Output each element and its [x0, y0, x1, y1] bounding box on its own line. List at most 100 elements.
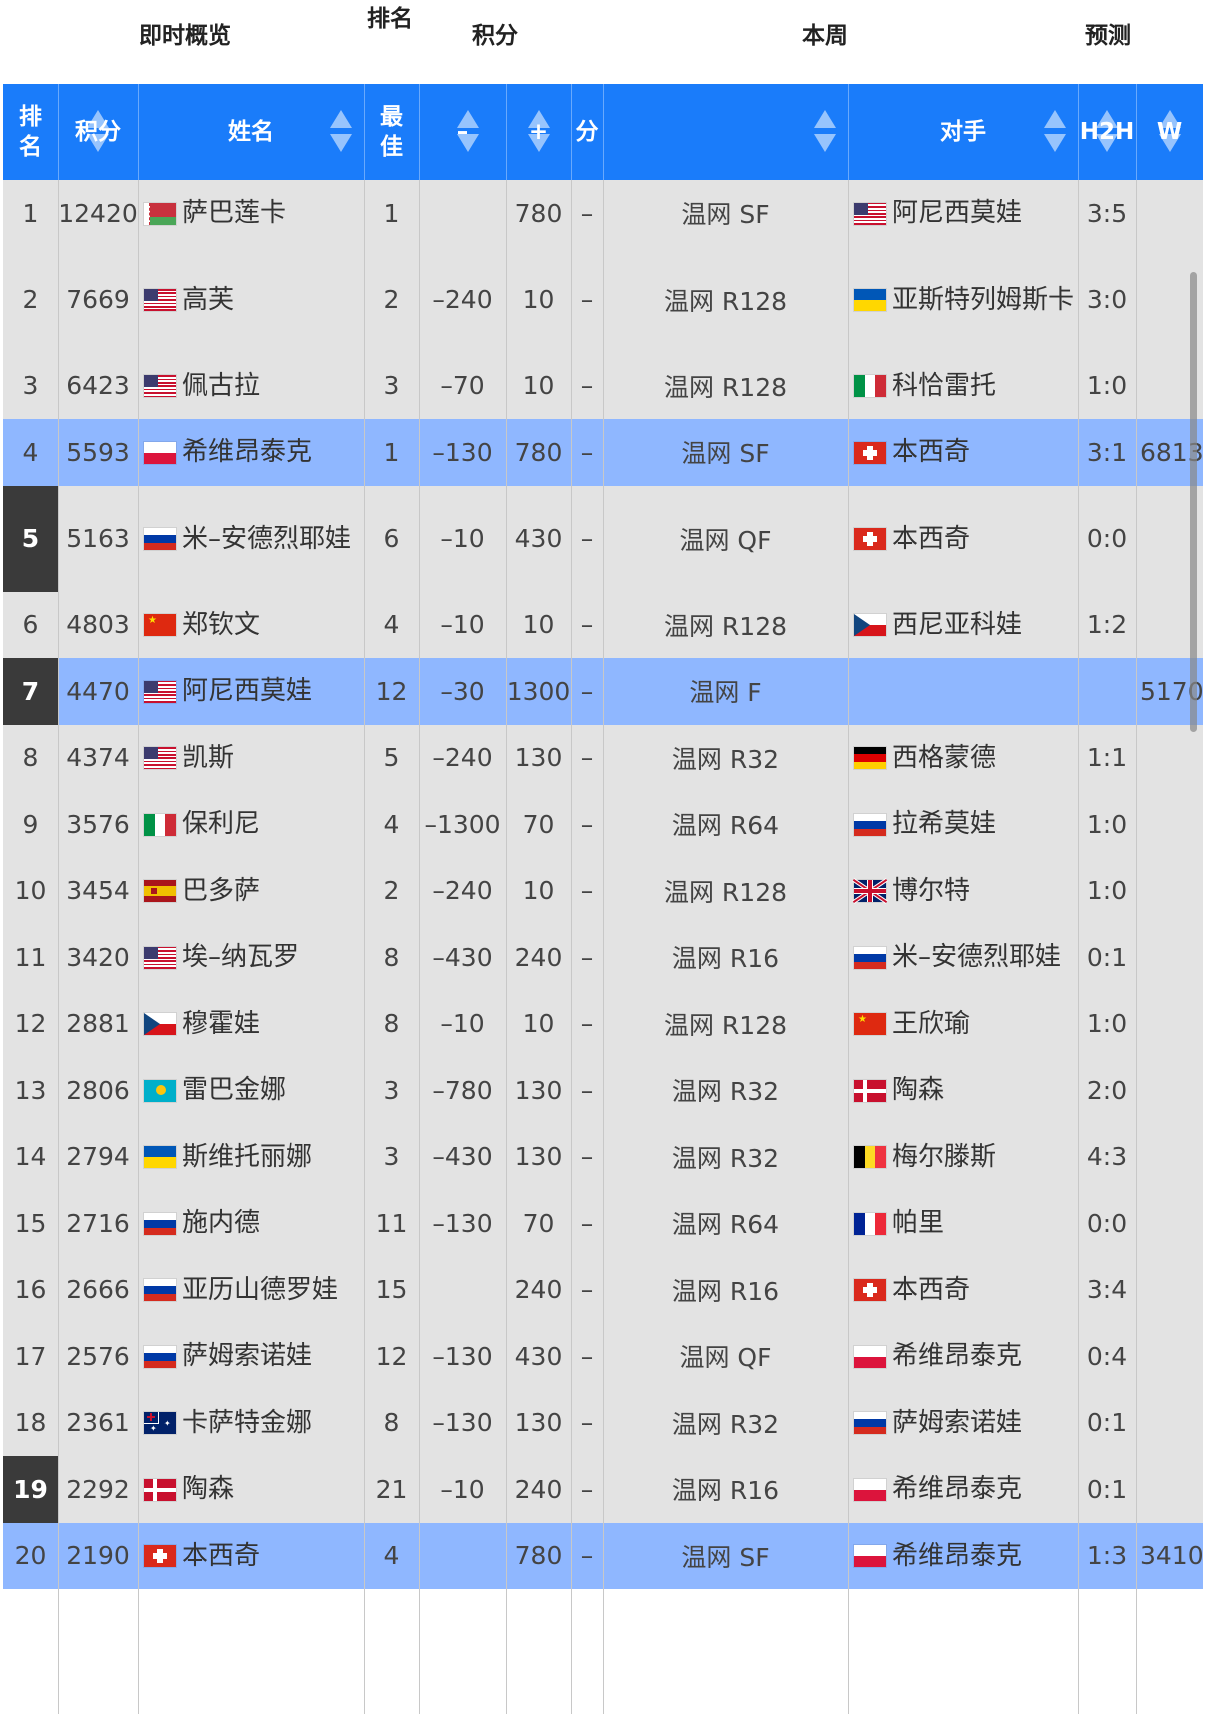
- player-name[interactable]: 凯斯: [182, 743, 234, 773]
- score-cell: –: [580, 1075, 594, 1105]
- score-cell: –: [580, 1142, 594, 1172]
- rank-cell: 1: [22, 198, 39, 228]
- best-cell: 2: [383, 876, 400, 906]
- points-cell: 2716: [66, 1208, 130, 1238]
- player-name[interactable]: 萨巴莲卡: [182, 198, 286, 228]
- sort-arrows-icon[interactable]: [1044, 110, 1066, 154]
- player-name-cell: 雷巴金娜: [138, 1057, 364, 1124]
- points-cell: 2361: [66, 1408, 130, 1438]
- player-name[interactable]: 巴多萨: [182, 876, 260, 906]
- w-cell: [1136, 991, 1203, 1058]
- scrollbar[interactable]: [1190, 272, 1197, 732]
- player-name[interactable]: 希维昂泰克: [182, 437, 312, 467]
- column-header-score[interactable]: 分: [571, 84, 603, 180]
- poland-flag-icon: [854, 1345, 886, 1368]
- player-name[interactable]: 亚历山德罗娃: [182, 1275, 338, 1305]
- player-name[interactable]: 施内德: [182, 1208, 260, 1238]
- best-cell: 4: [383, 1541, 400, 1571]
- column-header-label-opponent: 对手: [940, 119, 986, 145]
- sort-arrows-icon[interactable]: [87, 110, 109, 154]
- rank-cell: 3: [22, 371, 39, 401]
- round-cell: 温网 R64: [671, 811, 780, 841]
- points-cell: 2576: [66, 1341, 130, 1371]
- sort-arrows-icon[interactable]: [527, 110, 550, 154]
- column-header-round[interactable]: [603, 84, 848, 180]
- minus-cell: –130: [432, 1208, 493, 1238]
- player-name[interactable]: 高芙: [182, 285, 234, 315]
- w-cell: [1136, 725, 1203, 792]
- opponent-name: 本西奇: [892, 523, 971, 554]
- minus-cell: –10: [440, 524, 485, 553]
- player-name[interactable]: 雷巴金娜: [182, 1075, 286, 1105]
- player-name[interactable]: 阿尼西莫娃: [182, 676, 312, 706]
- player-name[interactable]: 郑钦文: [182, 610, 260, 640]
- score-cell: –: [580, 285, 594, 314]
- h2h-cell: 0:0: [1086, 524, 1128, 553]
- opponent-name: 科恰雷托: [892, 370, 997, 401]
- player-name[interactable]: 保利尼: [182, 809, 260, 839]
- poland-flag-icon: [144, 441, 176, 464]
- sort-arrows-icon[interactable]: [1158, 110, 1181, 154]
- player-name-cell: 凯斯: [138, 725, 364, 792]
- best-cell: 8: [383, 1408, 400, 1438]
- plus-cell: 70: [522, 809, 555, 839]
- rank-cell: 18: [14, 1408, 47, 1438]
- w-cell: [1136, 1190, 1203, 1257]
- minus-cell: –130: [432, 1341, 493, 1371]
- points-cell: 6423: [66, 371, 130, 401]
- plus-cell: 240: [514, 942, 563, 972]
- player-name[interactable]: 埃–纳瓦罗: [182, 942, 299, 972]
- sort-arrows-icon[interactable]: [1096, 110, 1118, 154]
- player-name[interactable]: 穆霍娃: [182, 1009, 260, 1039]
- round-cell: 温网 SF: [681, 439, 770, 469]
- opponent-cell: 陶森: [848, 1057, 1078, 1124]
- opponent-name: 希维昂泰克: [892, 1341, 1023, 1372]
- score-cell: –: [580, 437, 594, 467]
- w-cell: 3410: [1140, 1541, 1204, 1571]
- minus-cell: –240: [432, 285, 493, 314]
- score-cell: –: [580, 876, 594, 906]
- w-cell: [1136, 924, 1203, 991]
- opponent-cell: 博尔特: [848, 858, 1078, 925]
- score-cell: –: [580, 1009, 594, 1039]
- opponent-cell: 西尼亚科娃: [848, 592, 1078, 659]
- header-divider: [419, 84, 420, 180]
- opponent-cell: 西格蒙德: [848, 725, 1078, 792]
- opponent-name: 帕里: [892, 1208, 945, 1239]
- china-flag-icon: ★: [854, 1013, 886, 1036]
- plus-cell: 130: [514, 1075, 563, 1105]
- opponent-cell: 萨姆索诺娃: [848, 1390, 1078, 1457]
- denmark-flag-icon: [854, 1079, 886, 1102]
- opponent-cell: 希维昂泰克: [848, 1456, 1078, 1523]
- player-name-cell: ✦ ✦ 卡萨特金娜: [138, 1390, 364, 1457]
- points-cell: 2881: [66, 1009, 130, 1039]
- score-cell: –: [580, 1208, 594, 1238]
- player-name[interactable]: 萨姆索诺娃: [182, 1341, 312, 1371]
- player-name-cell: 高芙: [138, 247, 364, 353]
- sort-arrows-icon[interactable]: [456, 110, 479, 154]
- player-name[interactable]: 本西奇: [182, 1541, 260, 1571]
- rank-cell: 4: [22, 437, 39, 467]
- sort-arrows-icon[interactable]: [814, 110, 836, 154]
- column-divider: [1078, 180, 1079, 1714]
- player-name[interactable]: 佩古拉: [182, 371, 260, 401]
- best-cell: 8: [383, 1009, 400, 1039]
- column-header-best[interactable]: 最佳: [364, 84, 419, 180]
- player-name[interactable]: 斯维托丽娜: [182, 1142, 312, 1172]
- header-divider: [1136, 84, 1137, 180]
- score-cell: –: [580, 524, 594, 553]
- round-cell: 温网 R128: [663, 1010, 788, 1040]
- rank-cell: 15: [14, 1208, 47, 1238]
- player-name[interactable]: 米–安德烈耶娃: [182, 524, 351, 554]
- player-name[interactable]: 卡萨特金娜: [182, 1408, 312, 1438]
- plus-cell: 430: [514, 1341, 563, 1371]
- russia-flag-icon: [854, 813, 886, 836]
- score-cell: –: [580, 809, 594, 839]
- column-header-rank[interactable]: 排名: [3, 84, 58, 180]
- score-cell: –: [580, 942, 594, 972]
- ranking-table: 即时概览 排名 积分 本周 预测 排名 积分 姓名 最佳 – + 分对手 H2H W 1 1242…: [0, 0, 1206, 1714]
- sort-arrows-icon[interactable]: [330, 110, 352, 154]
- plus-cell: 10: [522, 285, 555, 314]
- w-cell: [1136, 791, 1203, 858]
- player-name[interactable]: 陶森: [182, 1474, 234, 1504]
